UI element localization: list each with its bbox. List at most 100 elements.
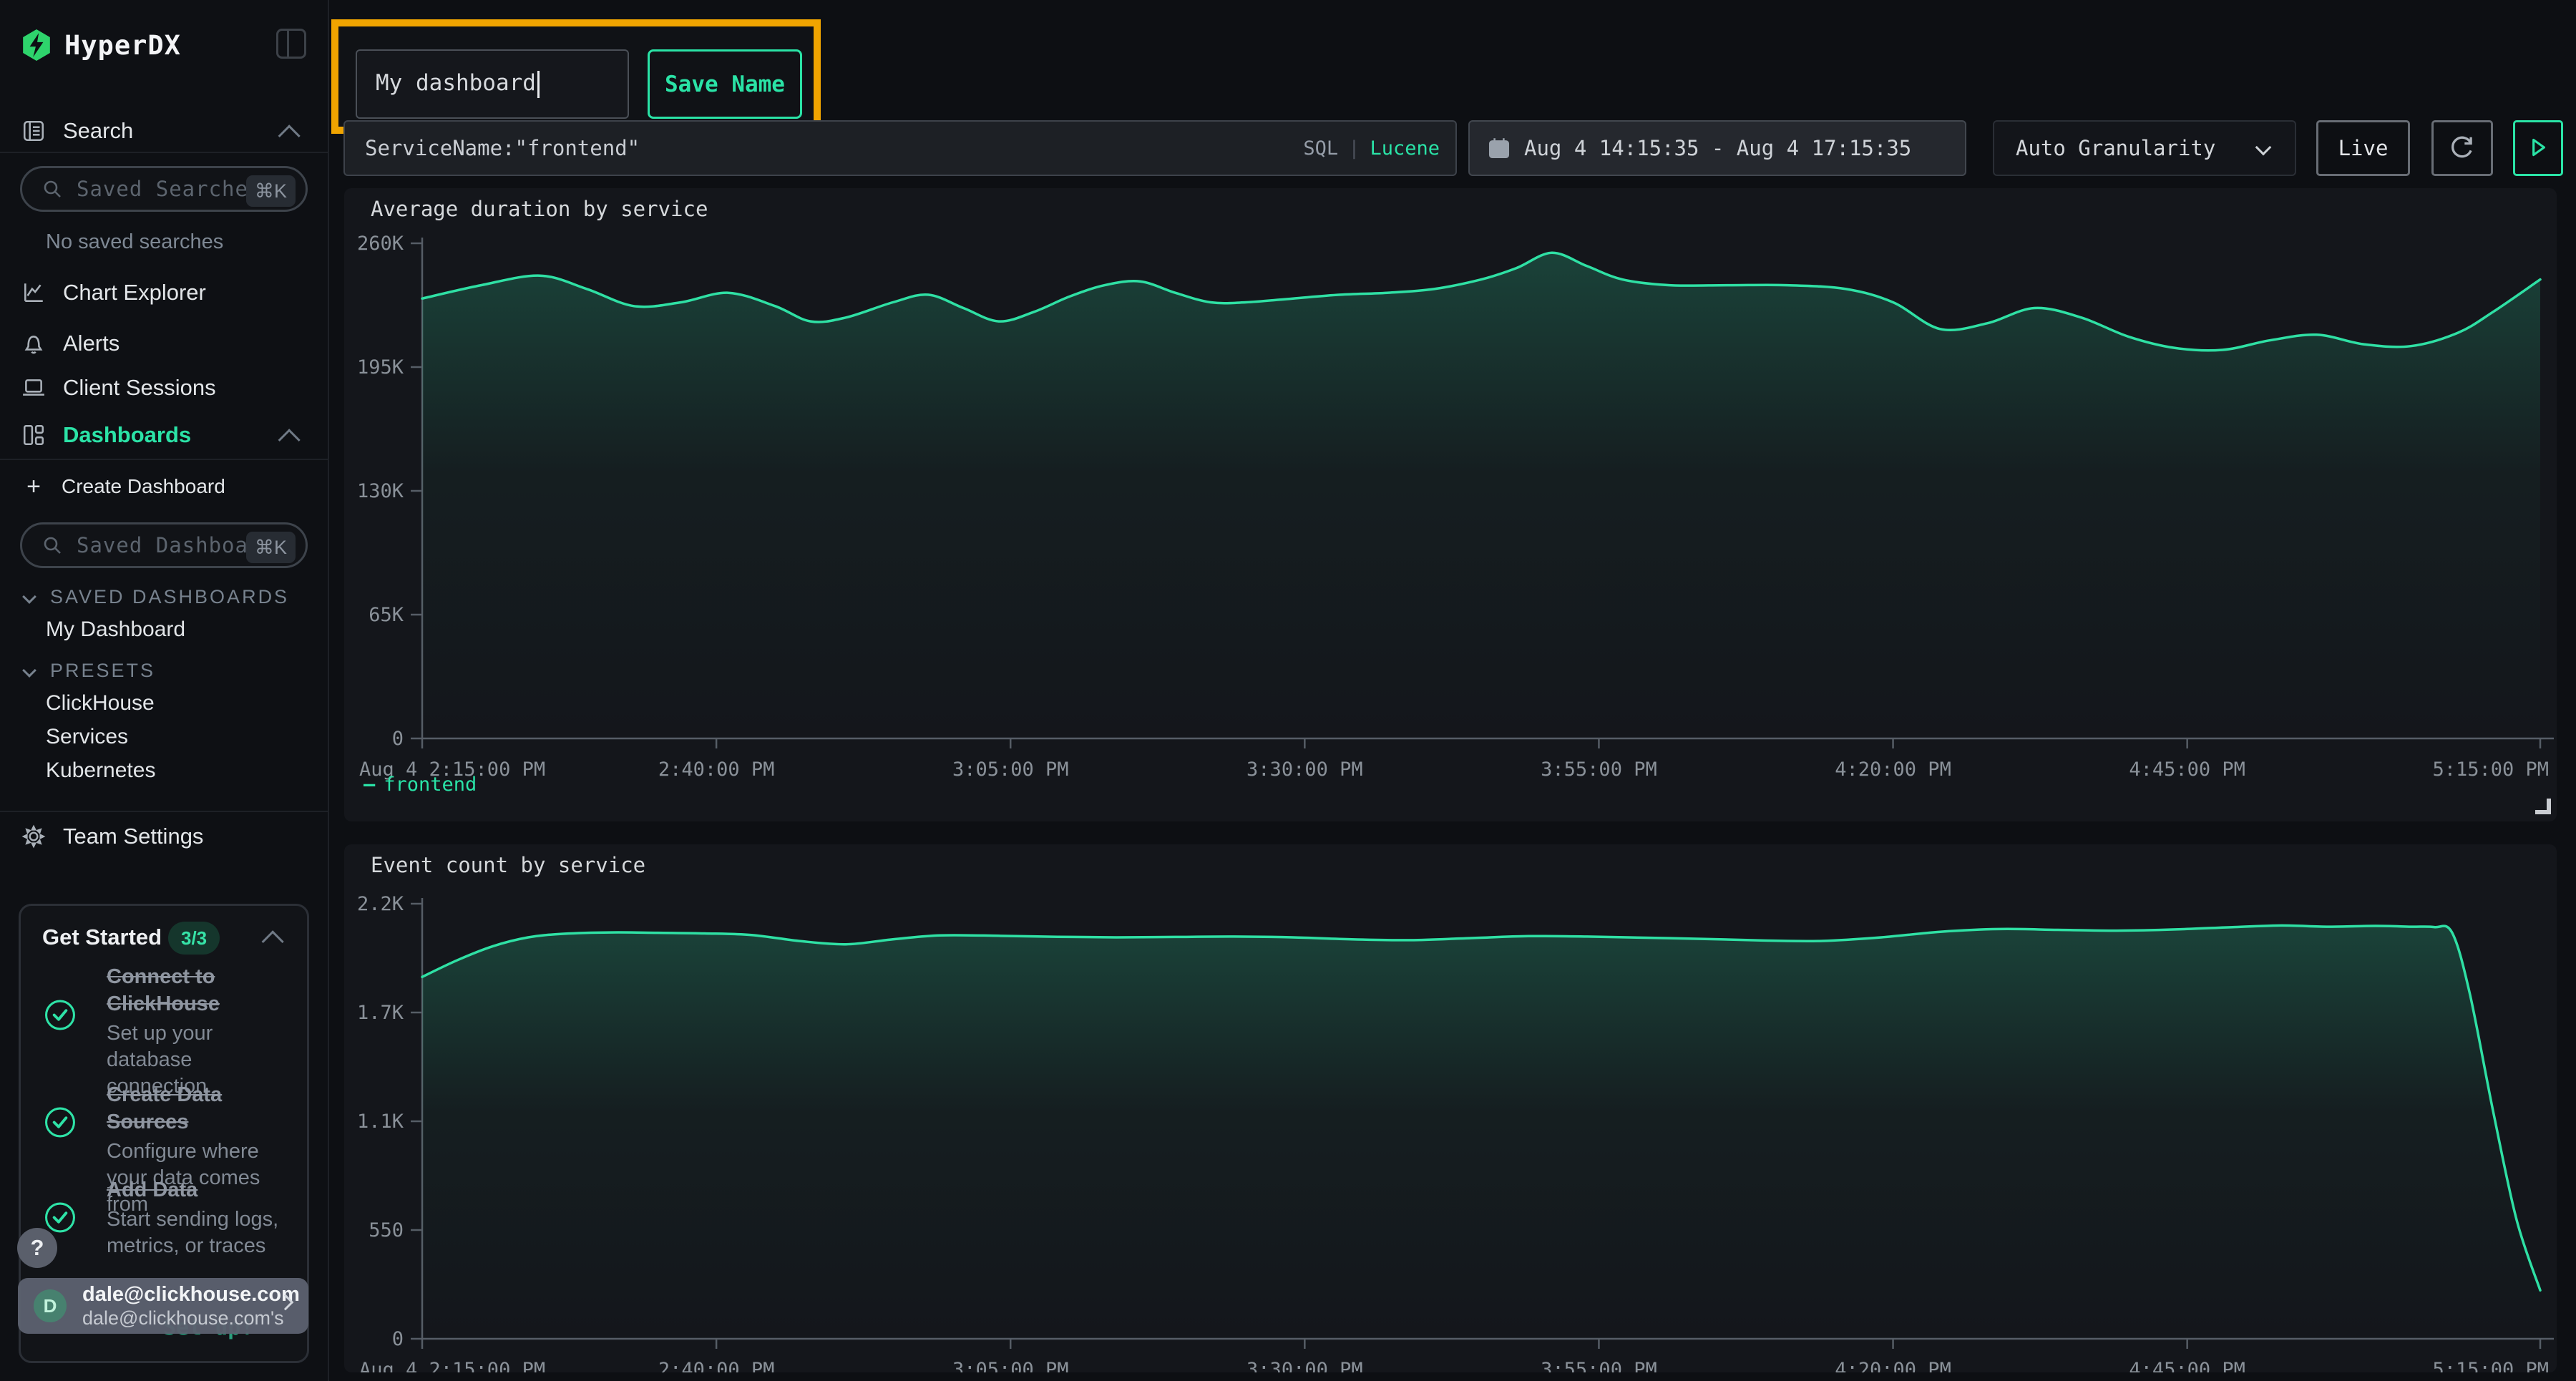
saved-dashboards-input[interactable]: Saved Dashboards ⌘K [20, 522, 308, 568]
user-subtitle: dale@clickhouse.com's [82, 1307, 300, 1329]
chevron-up-icon[interactable] [262, 930, 284, 952]
language-toggle-sql[interactable]: SQL [1303, 137, 1338, 160]
list-item-label: Kubernetes [46, 758, 155, 783]
live-button[interactable]: Live [2316, 120, 2410, 176]
get-started-item-1[interactable]: Connect to ClickHouseSet up your databas… [36, 963, 294, 1070]
user-email: dale@clickhouse.com [82, 1282, 300, 1307]
saved-searches-placeholder: Saved Searches [77, 177, 261, 201]
svg-text:550: 550 [369, 1219, 404, 1241]
chart-title: Event count by service [371, 853, 645, 877]
svg-text:3:05:00 PM: 3:05:00 PM [952, 758, 1069, 781]
line-chart-event-count[interactable]: 2.2K1.7K1.1K5500Aug 4 2:15:00 PM2:40:00 … [344, 844, 2557, 1372]
main-content: My dashboard Save Name ServiceName:"fron… [331, 0, 2576, 1381]
chevron-down-icon [22, 663, 36, 678]
svg-text:4:45:00 PM: 4:45:00 PM [2129, 1359, 2245, 1372]
no-saved-searches-note: No saved searches [46, 230, 223, 254]
sidebar-item-label: Chart Explorer [63, 280, 206, 306]
task-title: Create Data Sources [107, 1081, 294, 1136]
svg-text:1.1K: 1.1K [357, 1111, 404, 1133]
search-query-input[interactable]: ServiceName:"frontend" SQL | Lucene [343, 120, 1457, 176]
sidebar: HyperDX Search Saved Searches ⌘K No save… [0, 0, 329, 1381]
team-settings-label: Team Settings [63, 824, 203, 849]
sidebar-item-search[interactable]: Search [0, 114, 329, 147]
task-title: Add Data [107, 1176, 294, 1204]
check-circle-icon [42, 997, 78, 1037]
dashboard-name-highlight-box: My dashboard Save Name [331, 19, 821, 134]
panel-resize-handle[interactable] [2535, 799, 2551, 814]
play-button[interactable] [2513, 120, 2563, 176]
get-started-item-2[interactable]: Create Data SourcesConfigure where your … [36, 1081, 294, 1167]
svg-text:4:20:00 PM: 4:20:00 PM [1835, 1359, 1951, 1372]
list-item-label: Services [46, 725, 128, 749]
chart-line-icon [21, 280, 46, 306]
svg-text:2:40:00 PM: 2:40:00 PM [658, 758, 775, 781]
laptop-icon [21, 375, 46, 401]
granularity-value: Auto Granularity [2016, 136, 2215, 160]
sidebar-item-team-settings[interactable]: Team Settings [0, 820, 329, 853]
line-chart-average-duration[interactable]: 260K195K130K65K0Aug 4 2:15:00 PM2:40:00 … [344, 188, 2557, 821]
svg-text:5:15:00 PM: 5:15:00 PM [2432, 1359, 2549, 1372]
time-range-text: Aug 4 14:15:35 - Aug 4 17:15:35 [1524, 136, 1911, 160]
chart-legend[interactable]: — frontend [364, 774, 477, 796]
svg-text:130K: 130K [357, 480, 404, 502]
granularity-select[interactable]: Auto Granularity [1993, 120, 2296, 176]
chevron-up-icon [278, 125, 301, 147]
search-icon [41, 534, 64, 557]
language-toggle-lucene[interactable]: Lucene [1370, 137, 1440, 160]
saved-searches-input[interactable]: Saved Searches ⌘K [20, 166, 308, 212]
user-menu[interactable]: D dale@clickhouse.com dale@clickhouse.co… [18, 1278, 308, 1334]
chart-title: Average duration by service [371, 197, 708, 221]
sidebar-item-client-sessions[interactable]: Client Sessions [0, 371, 329, 404]
get-started-progress-badge: 3/3 [168, 922, 220, 955]
search-panel-icon [21, 118, 46, 144]
time-range-picker[interactable]: Aug 4 14:15:35 - Aug 4 17:15:35 [1468, 120, 1966, 176]
section-header-saved-dashboards[interactable]: SAVED DASHBOARDS [0, 581, 329, 613]
svg-text:4:45:00 PM: 4:45:00 PM [2129, 758, 2245, 781]
plus-icon: + [21, 473, 46, 501]
help-button[interactable]: ? [17, 1228, 57, 1268]
sidebar-item-services[interactable]: Services [0, 720, 329, 753]
dashboard-grid-icon [21, 422, 46, 448]
section-header-presets[interactable]: PRESETS [0, 655, 329, 686]
play-icon [2524, 133, 2552, 162]
sidebar-item-label: Alerts [63, 331, 119, 356]
svg-text:3:30:00 PM: 3:30:00 PM [1246, 1359, 1363, 1372]
calendar-icon [1487, 136, 1511, 160]
svg-text:2.2K: 2.2K [357, 893, 404, 915]
sidebar-collapse-icon[interactable] [276, 29, 306, 59]
sidebar-item-clickhouse[interactable]: ClickHouse [0, 686, 329, 720]
shortcut-badge: ⌘K [246, 175, 296, 207]
chart-panel-average-duration: 260K195K130K65K0Aug 4 2:15:00 PM2:40:00 … [344, 188, 2557, 821]
svg-text:195K: 195K [357, 356, 404, 379]
sidebar-item-label: Client Sessions [63, 375, 216, 401]
svg-text:0: 0 [392, 1328, 404, 1350]
section-title: SAVED DASHBOARDS [50, 586, 289, 608]
refresh-button[interactable] [2431, 120, 2493, 176]
dashboard-name-input[interactable]: My dashboard [356, 49, 629, 119]
save-name-button[interactable]: Save Name [648, 49, 802, 119]
svg-text:4:20:00 PM: 4:20:00 PM [1835, 758, 1951, 781]
svg-text:5:15:00 PM: 5:15:00 PM [2432, 758, 2549, 781]
sidebar-item-chart-explorer[interactable]: Chart Explorer [0, 276, 329, 309]
divider [0, 459, 329, 460]
svg-text:260K: 260K [357, 233, 404, 255]
list-item-label: My Dashboard [46, 618, 185, 642]
get-started-item-3[interactable]: Add DataStart sending logs, metrics, or … [36, 1176, 294, 1262]
divider [0, 152, 329, 153]
svg-text:0: 0 [392, 728, 404, 750]
shortcut-badge: ⌘K [246, 532, 296, 563]
check-circle-icon [42, 1105, 78, 1144]
create-dashboard-button[interactable]: + Create Dashboard [0, 472, 329, 501]
list-item-label: ClickHouse [46, 691, 155, 716]
hyperdx-logo-icon [21, 29, 52, 62]
section-title: PRESETS [50, 660, 155, 682]
sidebar-item-dashboards[interactable]: Dashboards [0, 419, 329, 452]
svg-text:2:40:00 PM: 2:40:00 PM [658, 1359, 775, 1372]
svg-text:65K: 65K [369, 604, 404, 626]
sidebar-item-kubernetes[interactable]: Kubernetes [0, 753, 329, 787]
chevron-down-icon [2255, 140, 2272, 156]
help-label: ? [31, 1235, 44, 1261]
svg-text:3:55:00 PM: 3:55:00 PM [1541, 758, 1657, 781]
sidebar-item-alerts[interactable]: Alerts [0, 327, 329, 360]
sidebar-item-my-dashboard[interactable]: My Dashboard [0, 613, 329, 646]
